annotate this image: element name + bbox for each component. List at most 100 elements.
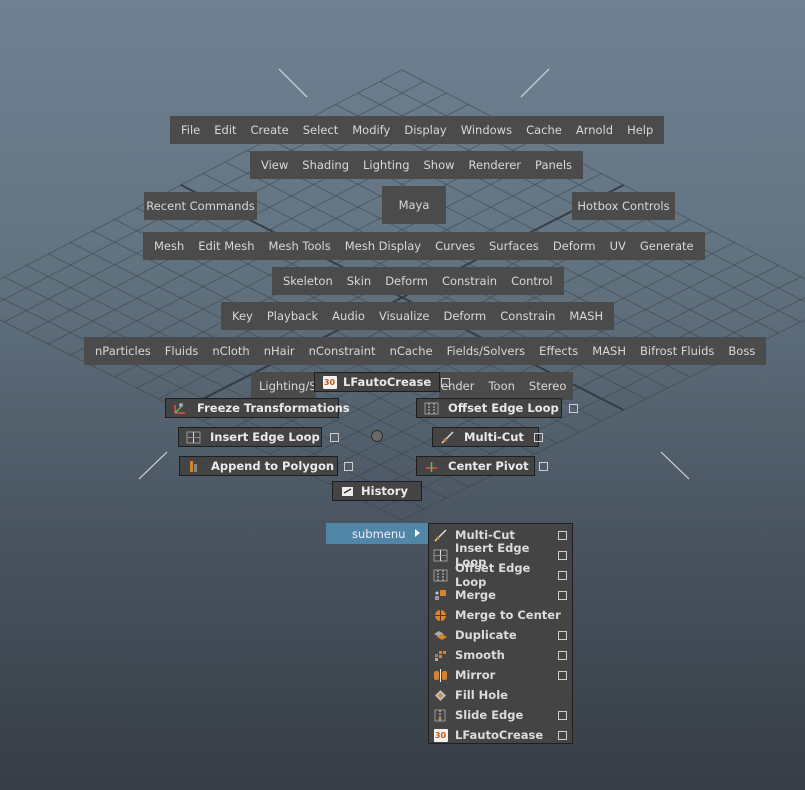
menu-boss[interactable]: Boss [721, 337, 762, 365]
submenu-item-mirror[interactable]: Mirror [429, 665, 572, 685]
menu-lighting-shading[interactable]: Lighting/S [259, 372, 317, 400]
submenu-item-label: LFautoCrease [455, 728, 544, 742]
menu-display[interactable]: Display [397, 116, 453, 144]
menu-select[interactable]: Select [296, 116, 345, 144]
menu-deform[interactable]: Deform [378, 267, 435, 295]
menu-file[interactable]: File [174, 116, 207, 144]
menu-modify[interactable]: Modify [345, 116, 397, 144]
menu-constrain[interactable]: Constrain [493, 302, 562, 330]
menu-mash[interactable]: MASH [562, 302, 610, 330]
marking-menu-south-west[interactable]: Append to Polygon [179, 456, 354, 476]
option-box[interactable] [558, 530, 567, 540]
menu-nhair[interactable]: nHair [257, 337, 302, 365]
submenu-item-merge-to-center[interactable]: Merge to Center [429, 605, 572, 625]
menu-constrain[interactable]: Constrain [435, 267, 504, 295]
menu-mesh-tools[interactable]: Mesh Tools [261, 232, 337, 260]
grid-line [660, 451, 690, 480]
lf-auto-crease-icon: 30 [322, 375, 337, 389]
marking-menu-west-label: Insert Edge Loop [210, 430, 320, 444]
option-box[interactable] [558, 730, 567, 740]
option-box[interactable] [558, 650, 567, 660]
menu-stereo[interactable]: Stereo [522, 372, 573, 400]
fill-hole-icon [433, 689, 448, 702]
marking-menu-north-west[interactable]: Freeze Transformations [165, 398, 350, 418]
option-box[interactable] [558, 590, 567, 600]
submenu-label: submenu [352, 526, 406, 541]
submenu-item-slide-edge[interactable]: Slide Edge [429, 705, 572, 725]
menu-shading[interactable]: Shading [295, 151, 356, 179]
menu-mesh[interactable]: Mesh [147, 232, 191, 260]
marking-menu-west[interactable]: Insert Edge Loop [178, 427, 339, 447]
smooth-icon [433, 649, 448, 662]
submenu-item-label: Duplicate [455, 628, 517, 642]
menu-bifrost-fluids[interactable]: Bifrost Fluids [633, 337, 721, 365]
menu-visualize[interactable]: Visualize [372, 302, 437, 330]
submenu-button[interactable]: submenu [326, 523, 428, 544]
option-box[interactable] [568, 403, 578, 413]
marking-menu-south-east[interactable]: Center Pivot [416, 456, 548, 476]
merge-icon [433, 589, 448, 602]
option-box[interactable] [558, 710, 567, 720]
menu-deform[interactable]: Deform [546, 232, 603, 260]
menu-edit-mesh[interactable]: Edit Mesh [191, 232, 261, 260]
menu-uv[interactable]: UV [603, 232, 633, 260]
menu-cache[interactable]: Cache [519, 116, 569, 144]
hotbox-center-maya[interactable]: Maya [382, 186, 446, 224]
option-box[interactable] [329, 432, 339, 442]
marking-menu-north-east[interactable]: Offset Edge Loop [416, 398, 578, 418]
menu-toon[interactable]: Toon [481, 372, 521, 400]
menu-mash[interactable]: MASH [585, 337, 633, 365]
menu-audio[interactable]: Audio [325, 302, 372, 330]
menu-fields-solvers[interactable]: Fields/Solvers [440, 337, 533, 365]
menu-renderer[interactable]: Renderer [462, 151, 529, 179]
menu-mesh-display[interactable]: Mesh Display [338, 232, 428, 260]
option-box[interactable] [558, 670, 567, 680]
menu-ncache[interactable]: nCache [383, 337, 440, 365]
menu-curves[interactable]: Curves [428, 232, 482, 260]
menu-key[interactable]: Key [225, 302, 260, 330]
menu-show[interactable]: Show [417, 151, 462, 179]
menu-surfaces[interactable]: Surfaces [482, 232, 546, 260]
menu-panels[interactable]: Panels [528, 151, 579, 179]
menu-control[interactable]: Control [504, 267, 560, 295]
option-box[interactable] [558, 550, 567, 560]
submenu-item-merge[interactable]: Merge [429, 585, 572, 605]
submenu-item-smooth[interactable]: Smooth [429, 645, 572, 665]
marking-menu-north[interactable]: 30 LFautoCrease [314, 372, 451, 392]
marking-menu-east[interactable]: Multi-Cut [432, 427, 543, 447]
submenu-item-offset-edge-loop[interactable]: Offset Edge Loop [429, 561, 572, 589]
menu-nparticles[interactable]: nParticles [88, 337, 158, 365]
option-box[interactable] [558, 630, 567, 640]
marking-menu-east-label: Multi-Cut [464, 430, 524, 444]
submenu-item-lfautocrease[interactable]: 30 LFautoCrease [429, 725, 572, 745]
hotbox-controls-button[interactable]: Hotbox Controls [572, 192, 675, 220]
hotbox-fx-row: nParticles Fluids nCloth nHair nConstraint nC… [84, 337, 767, 365]
option-box[interactable] [558, 570, 567, 580]
offset-edge-loop-icon [433, 569, 448, 582]
menu-help[interactable]: Help [620, 116, 660, 144]
menu-skin[interactable]: Skin [340, 267, 378, 295]
option-box[interactable] [533, 432, 543, 442]
menu-arnold[interactable]: Arnold [569, 116, 620, 144]
menu-playback[interactable]: Playback [260, 302, 325, 330]
hotbox-rigging-row: Skeleton Skin Deform Constrain Control [272, 267, 564, 295]
menu-nconstraint[interactable]: nConstraint [302, 337, 383, 365]
submenu-item-fill-hole[interactable]: Fill Hole [429, 685, 572, 705]
submenu-item-duplicate[interactable]: Duplicate [429, 625, 572, 645]
option-box[interactable] [344, 461, 354, 471]
menu-ncloth[interactable]: nCloth [205, 337, 256, 365]
menu-fluids[interactable]: Fluids [158, 337, 206, 365]
menu-windows[interactable]: Windows [454, 116, 519, 144]
menu-lighting[interactable]: Lighting [356, 151, 416, 179]
recent-commands-button[interactable]: Recent Commands [144, 192, 257, 220]
menu-edit[interactable]: Edit [207, 116, 243, 144]
menu-generate[interactable]: Generate [633, 232, 701, 260]
option-box[interactable] [538, 461, 548, 471]
option-box[interactable] [441, 377, 451, 387]
marking-menu-south[interactable]: History [332, 481, 422, 501]
menu-view[interactable]: View [254, 151, 295, 179]
menu-skeleton[interactable]: Skeleton [276, 267, 340, 295]
menu-effects[interactable]: Effects [532, 337, 585, 365]
menu-deform[interactable]: Deform [437, 302, 494, 330]
menu-create[interactable]: Create [244, 116, 296, 144]
